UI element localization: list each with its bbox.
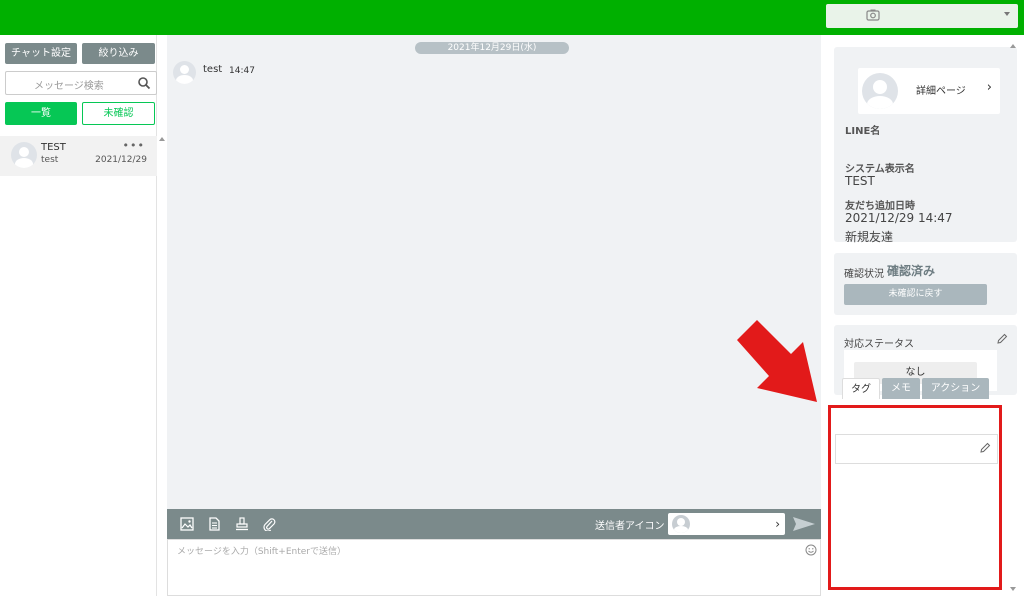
more-icon[interactable]: ••• — [123, 139, 145, 152]
line-name-label: LINE名 — [845, 126, 881, 137]
message-search-input[interactable]: メッセージ検索 — [5, 71, 157, 95]
message-text: test — [203, 64, 223, 75]
camera-icon — [866, 9, 880, 21]
scroll-down-arrow[interactable] — [1010, 587, 1016, 591]
date-divider: 2021年12月29日(水) — [415, 42, 569, 54]
message-time: 14:47 — [229, 66, 255, 76]
sender-icon-label: 送信者アイコン — [595, 521, 665, 532]
profile-card: 詳細ページ › LINE名 システム表示名 TEST 友だち追加日時 2021/… — [834, 47, 1017, 244]
tab-all[interactable]: 一覧 — [5, 102, 77, 125]
chat-settings-button[interactable]: チャット設定 — [5, 43, 77, 64]
tab-memo[interactable]: メモ — [882, 378, 920, 399]
arrow-annotation — [737, 320, 817, 402]
chevron-right-icon: › — [986, 80, 992, 95]
message-input-placeholder: メッセージを入力（Shift+Enterで送信） — [177, 547, 346, 557]
account-selector[interactable] — [826, 4, 1018, 28]
send-icon[interactable] — [791, 514, 817, 534]
composer-toolbar: 送信者アイコン › — [167, 509, 821, 539]
chevron-right-icon: › — [775, 517, 780, 531]
conversation-preview: test — [41, 155, 59, 165]
pencil-icon[interactable] — [996, 333, 1008, 345]
friend-type: 新規友達 — [845, 230, 894, 244]
chat-area: 2021年12月29日(水) test 14:47 — [167, 35, 821, 509]
search-placeholder: メッセージ検索 — [34, 81, 104, 92]
sender-icon-select[interactable]: › — [668, 513, 785, 535]
document-icon[interactable] — [207, 517, 221, 531]
detail-page-label: 詳細ページ — [916, 86, 966, 97]
confirm-status-value: 確認済み — [887, 264, 936, 278]
message-input[interactable]: メッセージを入力（Shift+Enterで送信） — [167, 539, 821, 596]
scroll-up-arrow[interactable] — [159, 137, 165, 141]
confirm-status-card: 確認状況 確認済み 未確認に戻す — [834, 253, 1017, 315]
system-name-value: TEST — [845, 174, 875, 188]
revert-unread-button[interactable]: 未確認に戻す — [844, 284, 987, 305]
support-status-label: 対応ステータス — [844, 339, 914, 350]
avatar — [862, 73, 898, 109]
conversation-name: TEST — [41, 142, 66, 153]
avatar — [672, 515, 690, 533]
confirm-status-label: 確認状況 — [844, 269, 884, 280]
filter-button[interactable]: 絞り込み — [82, 43, 155, 64]
search-icon[interactable] — [137, 76, 151, 90]
conversation-date: 2021/12/29 — [95, 155, 147, 165]
scroll-up-arrow[interactable] — [1010, 44, 1016, 48]
tab-tag[interactable]: タグ — [842, 378, 880, 399]
emoji-icon[interactable] — [805, 544, 817, 556]
avatar — [173, 61, 196, 84]
friend-added-value: 2021/12/29 14:47 — [845, 211, 953, 225]
image-icon[interactable] — [180, 517, 194, 531]
conversation-list-panel: チャット設定 絞り込み メッセージ検索 一覧 未確認 TEST test 202… — [0, 35, 157, 596]
paperclip-icon[interactable] — [262, 517, 276, 531]
tab-action[interactable]: アクション — [922, 378, 989, 399]
avatar — [11, 142, 37, 168]
system-name-label: システム表示名 — [845, 164, 915, 175]
chevron-down-icon — [1004, 12, 1010, 16]
highlight-box — [828, 405, 1002, 590]
tab-unread[interactable]: 未確認 — [82, 102, 155, 125]
stamp-icon[interactable] — [235, 517, 249, 531]
detail-page-link[interactable]: 詳細ページ › — [858, 68, 1000, 114]
list-item[interactable]: TEST test 2021/12/29 ••• — [0, 136, 157, 176]
friend-added-label: 友だち追加日時 — [845, 201, 915, 212]
